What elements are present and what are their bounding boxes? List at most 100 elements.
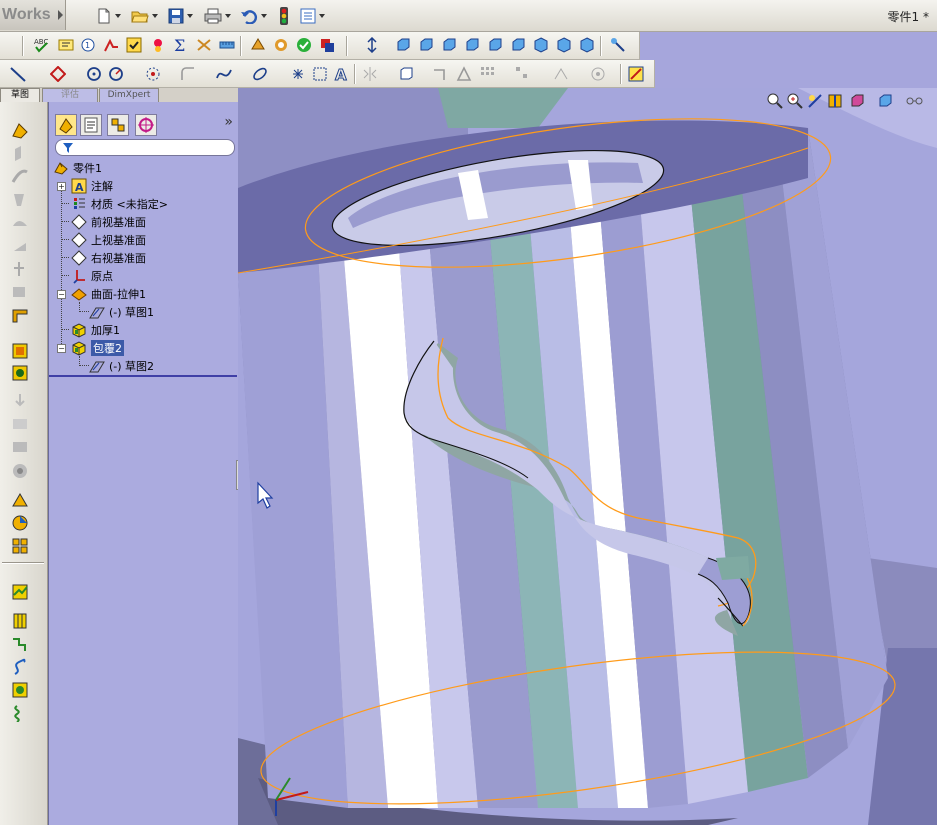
linear-pattern-icon[interactable] — [480, 66, 496, 82]
tree-item-material[interactable]: 材质 <未指定> — [71, 195, 168, 213]
display-style-icon[interactable] — [877, 93, 893, 109]
polygon-icon[interactable] — [145, 66, 161, 82]
curve-through-points-icon[interactable] — [11, 704, 29, 722]
normal-to-icon[interactable] — [364, 37, 380, 53]
geometry-analysis-icon[interactable] — [273, 37, 289, 53]
import-diagnostics-icon[interactable] — [250, 37, 266, 53]
check-sketch-icon[interactable] — [196, 37, 212, 53]
back-view-icon[interactable] — [418, 37, 434, 53]
tree-item-front-plane[interactable]: 前视基准面 — [71, 213, 146, 231]
options-button[interactable] — [300, 6, 325, 26]
tree-item-sketch1[interactable]: (-) 草图1 — [89, 303, 154, 321]
convert-entities-icon[interactable] — [398, 66, 414, 82]
fillet-feature-icon[interactable] — [11, 342, 29, 360]
surface-planar-icon[interactable] — [11, 612, 29, 630]
new-document-button[interactable] — [96, 6, 121, 26]
rib-feature-icon[interactable] — [11, 438, 29, 456]
revolved-boss-icon[interactable] — [11, 145, 29, 163]
trimetric-view-icon[interactable] — [556, 37, 572, 53]
tree-root-part[interactable]: 零件1 — [53, 159, 102, 177]
rollback-bar[interactable] — [49, 375, 237, 377]
offset-entities-icon[interactable] — [432, 66, 448, 82]
extruded-boss-icon[interactable] — [11, 122, 29, 140]
tree-item-right-plane[interactable]: 右视基准面 — [71, 249, 146, 267]
tree-item-top-plane[interactable]: 上视基准面 — [71, 231, 146, 249]
swept-boss-icon[interactable] — [11, 168, 29, 186]
mass-properties-icon[interactable] — [150, 37, 166, 53]
tree-item-surface-extrude1[interactable]: 曲面-拉伸1 — [71, 285, 146, 303]
balloon-icon[interactable]: 1 — [80, 37, 96, 53]
zoom-to-fit-icon[interactable] — [767, 93, 783, 109]
view-orientation-icon[interactable] — [849, 93, 865, 109]
collapse-wrap-toggle[interactable]: − — [57, 344, 66, 353]
tree-item-wrap2[interactable]: 包覆2 — [71, 339, 124, 357]
revolved-cut-icon[interactable] — [11, 260, 29, 278]
tab-dimxpert[interactable]: DimXpert — [99, 88, 159, 102]
dimetric-view-icon[interactable] — [579, 37, 595, 53]
expand-panel-button[interactable]: » — [224, 114, 233, 130]
tree-item-annotations[interactable]: A 注解 — [71, 177, 113, 195]
expand-annotations-toggle[interactable]: + — [57, 182, 66, 191]
helix-icon[interactable] — [11, 658, 29, 676]
chamfer-feature-icon[interactable] — [11, 364, 29, 382]
hole-wizard-icon[interactable] — [11, 462, 29, 480]
surface-finish-icon[interactable] — [103, 37, 119, 53]
lofted-cut-icon[interactable] — [11, 306, 29, 324]
isometric-view-icon[interactable] — [533, 37, 549, 53]
spline-icon[interactable] — [216, 66, 232, 82]
section-view-icon[interactable] — [610, 37, 626, 53]
spell-check-icon[interactable]: ABC — [34, 37, 50, 53]
checkbox-tool-icon[interactable] — [126, 37, 142, 53]
graphics-viewport[interactable] — [238, 88, 937, 825]
hide-show-items-icon[interactable] — [905, 93, 927, 109]
undo-button[interactable] — [240, 6, 267, 26]
top-view-icon[interactable] — [487, 37, 503, 53]
tab-sketch[interactable]: 草图 — [0, 88, 40, 102]
lofted-boss-icon[interactable] — [11, 191, 29, 209]
tree-filter-input[interactable] — [55, 139, 235, 156]
print-button[interactable] — [204, 6, 231, 26]
swept-cut-icon[interactable] — [11, 283, 29, 301]
draft-feature-icon[interactable] — [11, 392, 29, 410]
collapse-surface-extrude-toggle[interactable]: − — [57, 290, 66, 299]
arc-icon[interactable] — [108, 66, 124, 82]
sketch-text-icon[interactable]: A — [334, 66, 350, 82]
circle-icon[interactable] — [86, 66, 102, 82]
tab-configuration-manager[interactable] — [107, 114, 129, 136]
line-icon[interactable] — [10, 66, 26, 82]
tree-item-origin[interactable]: 原点 — [71, 267, 113, 285]
section-view-toggle-icon[interactable] — [827, 93, 843, 109]
note-icon[interactable] — [58, 37, 74, 53]
display-relations-icon[interactable] — [553, 66, 569, 82]
rebuild-button[interactable] — [278, 6, 290, 26]
repair-sketch-icon[interactable] — [590, 66, 606, 82]
rapid-sketch-icon[interactable] — [628, 66, 644, 82]
surface-extrude-tool-icon[interactable] — [11, 583, 29, 601]
left-view-icon[interactable] — [441, 37, 457, 53]
shell-feature-icon[interactable] — [11, 415, 29, 433]
tree-item-thicken1[interactable]: 加厚1 — [71, 321, 120, 339]
move-entities-icon[interactable] — [515, 66, 531, 82]
mirror-entities-icon[interactable] — [362, 66, 378, 82]
composite-curve-icon[interactable] — [11, 681, 29, 699]
verify-ok-icon[interactable] — [296, 37, 312, 53]
solidworks-menu-button[interactable]: Works — [0, 0, 66, 30]
save-button[interactable] — [168, 6, 193, 26]
linear-pattern-feature-icon[interactable] — [11, 537, 29, 555]
bottom-view-icon[interactable] — [510, 37, 526, 53]
rectangle-icon[interactable] — [50, 66, 66, 82]
zoom-to-area-icon[interactable] — [787, 93, 803, 109]
front-view-icon[interactable] — [395, 37, 411, 53]
fillet-icon[interactable] — [180, 66, 196, 82]
point-icon[interactable] — [290, 66, 306, 82]
previous-view-icon[interactable] — [807, 93, 823, 109]
extruded-cut-icon[interactable] — [11, 237, 29, 255]
tab-evaluate[interactable]: 评估 — [42, 88, 98, 102]
right-view-icon[interactable] — [464, 37, 480, 53]
measure-icon[interactable] — [219, 37, 235, 53]
split-line-icon[interactable] — [11, 635, 29, 653]
equations-icon[interactable]: Σ — [173, 37, 189, 53]
curves-icon[interactable] — [11, 514, 29, 532]
tab-dimxpert-manager[interactable] — [135, 114, 157, 136]
draft-analysis-icon[interactable] — [319, 37, 335, 53]
